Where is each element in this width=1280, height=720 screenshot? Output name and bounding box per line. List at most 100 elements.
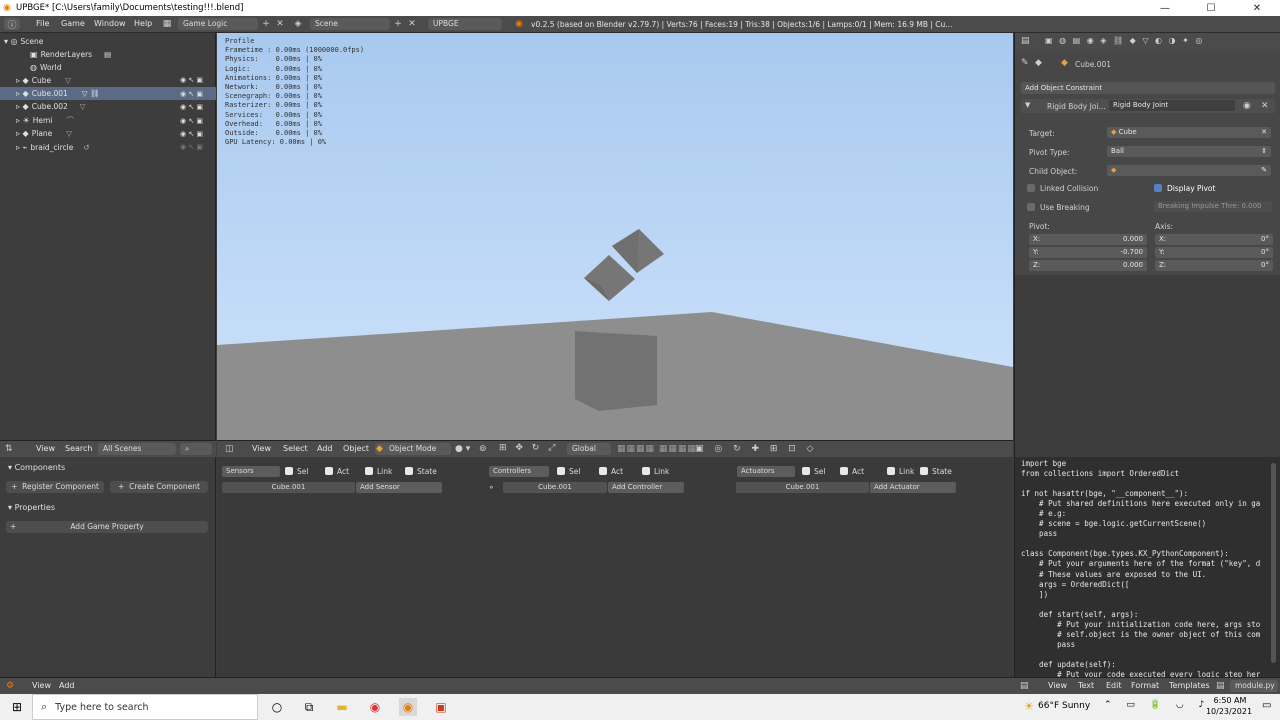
child-object-field[interactable]: ◆ ✎ [1107, 165, 1271, 176]
components-section[interactable]: ▾ Components [8, 463, 65, 472]
snap-icons[interactable]: ▣ ◎ ↻ ✚ ⊞ ⊡ ◇ [695, 444, 818, 454]
constraint-name-field[interactable]: Rigid Body Joint [1109, 100, 1235, 111]
code-area[interactable]: import bge from collections import Order… [1021, 459, 1260, 677]
scrollbar[interactable] [1271, 463, 1276, 663]
sensors-dropdown[interactable]: Sensors [222, 466, 280, 477]
collapse-arrow-icon[interactable]: ▼ [1025, 101, 1030, 109]
editor-type-icon[interactable]: ▤ [1020, 681, 1029, 691]
editor-type-icon[interactable]: ⓘ [4, 18, 20, 31]
maximize-button[interactable]: ☐ [1188, 0, 1234, 16]
menu-edit[interactable]: Edit [1106, 681, 1122, 690]
menu-text[interactable]: Text [1078, 681, 1094, 690]
register-component-button[interactable]: + Register Component [6, 481, 104, 493]
outliner-item-braid-circle[interactable]: ▹ ⌁ braid_circle ↺ [16, 141, 126, 154]
text-editor[interactable]: import bge from collections import Order… [1014, 457, 1280, 677]
menu-format[interactable]: Format [1131, 681, 1159, 690]
notifications-icon[interactable]: ▭ [1262, 700, 1271, 711]
menu-select[interactable]: Select [283, 444, 308, 453]
close-window-button[interactable]: ✕ [1234, 0, 1280, 16]
cortana-icon[interactable]: ○ [268, 698, 286, 716]
editor-type-icon[interactable]: ⚙ [6, 681, 14, 691]
add-sensor-select[interactable]: Add Sensor [356, 482, 442, 493]
minimize-button[interactable]: — [1142, 0, 1188, 16]
menu-object[interactable]: Object [343, 444, 369, 453]
add-game-property-button[interactable]: + Add Game Property [6, 521, 208, 533]
clock-date[interactable]: 10/23/2021 [1204, 707, 1254, 716]
axis-y-field[interactable]: Y: 0° [1155, 247, 1273, 258]
chrome-icon[interactable]: ◉ [366, 698, 384, 716]
add-actuator-select[interactable]: Add Actuator [870, 482, 956, 493]
outliner-item-renderlayers[interactable]: ▣ RenderLayers ▤ [30, 48, 180, 61]
outliner-item-plane[interactable]: ▹ ◆ Plane ▽ [16, 127, 116, 140]
manipulator-icons[interactable]: ⊞ ✥ ↻ ⤢ [499, 443, 558, 453]
screen-layout-icon[interactable]: ▦ [161, 18, 173, 30]
target-field[interactable]: ◆ Cube ✕ [1107, 127, 1271, 138]
menu-file[interactable]: File [36, 19, 49, 28]
state-toggle-icon[interactable]: ⚬ [488, 483, 495, 492]
menu-search[interactable]: Search [65, 444, 92, 453]
add-layout-icon[interactable]: + [260, 18, 272, 30]
tray-icons[interactable]: ⌃ ▭ 🔋 ◡ ♪ [1104, 700, 1210, 710]
eye-icon[interactable]: ◉ ↖ ▣ [180, 130, 203, 138]
context-tabs-icon[interactable]: ▣ ◍ ▤ ◉ ◈ ⛓ ◆ ▽ ◐ ◑ ✦ ◎ [1045, 36, 1215, 45]
controllers-act-checkbox[interactable] [599, 467, 607, 475]
actuators-act-checkbox[interactable] [840, 467, 848, 475]
pivot-type-select[interactable]: Ball ⇕ [1107, 146, 1271, 157]
menu-templates[interactable]: Templates [1169, 681, 1210, 690]
actuators-dropdown[interactable]: Actuators [737, 466, 795, 477]
outliner-item-hemi[interactable]: ▹ ☀ Hemi ⌒ [16, 114, 116, 127]
add-controller-select[interactable]: Add Controller [608, 482, 684, 493]
display-pivot-checkbox[interactable] [1154, 184, 1162, 192]
3d-viewport[interactable]: Profile Frametime : 0.00ms (1000000.0fps… [217, 33, 1013, 440]
menu-view[interactable]: View [36, 444, 55, 453]
task-view-icon[interactable]: ⧉ [300, 698, 318, 716]
breaking-threshold-field[interactable]: Breaking Impulse Thre: 0.000 [1154, 201, 1272, 212]
pin-icon[interactable]: ✎ [1021, 58, 1029, 68]
controllers-dropdown[interactable]: Controllers [489, 466, 549, 477]
outliner-item-scene[interactable]: ▾ ◎ Scene [4, 35, 204, 48]
scene-field[interactable]: Scene [310, 18, 390, 30]
close-icon[interactable]: ✕ [1261, 101, 1269, 111]
add-scene-icon[interactable]: + [392, 18, 404, 30]
layers-grid-icon[interactable]: ▦▦▦▦ ▦▦▦▦ [617, 444, 697, 454]
eye-icon[interactable]: ◉ ↖ ▣ [180, 117, 203, 125]
sensors-state-checkbox[interactable] [405, 467, 413, 475]
pivot-point-icon[interactable]: ⊚ [479, 444, 487, 454]
add-constraint-button[interactable]: Add Object Constraint [1021, 82, 1275, 94]
menu-add[interactable]: Add [59, 681, 75, 690]
menu-view[interactable]: View [1048, 681, 1067, 690]
eye-icon[interactable]: ◉ ↖ ▣ [180, 143, 203, 151]
display-filter-select[interactable]: All Scenes [98, 443, 176, 455]
scene-selector-icon[interactable]: ◈ [292, 18, 304, 30]
pivot-z-field[interactable]: Z: 0.000 [1029, 260, 1147, 271]
outliner-item-world[interactable]: ◍ World [30, 61, 180, 74]
editor-type-icon[interactable]: ◫ [225, 444, 234, 454]
render-engine-field[interactable]: UPBGE [428, 18, 502, 30]
remove-layout-icon[interactable]: ✕ [274, 18, 286, 30]
eye-icon[interactable]: ◉ ↖ ▣ [180, 90, 203, 98]
taskbar-search[interactable]: ⌕ Type here to search [32, 694, 258, 720]
eye-icon[interactable]: ◉ ↖ ▣ [180, 103, 203, 111]
editor-type-icon[interactable]: ⇅ [5, 444, 13, 454]
remove-scene-icon[interactable]: ✕ [406, 18, 418, 30]
windows-start-icon[interactable]: ⊞ [8, 698, 26, 716]
linked-collision-checkbox[interactable] [1027, 184, 1035, 192]
outliner-item-cube002[interactable]: ▹ ◆ Cube.002 ▽ [16, 100, 116, 113]
text-file-field[interactable]: module.py [1230, 680, 1278, 692]
outliner-item-cube[interactable]: ▹ ◆ Cube ▽ [16, 74, 86, 87]
eye-icon[interactable]: ◉ ↖ ▣ [180, 76, 203, 84]
powerpoint-icon[interactable]: ▣ [432, 698, 450, 716]
menu-help[interactable]: Help [134, 19, 152, 28]
clear-icon[interactable]: ✕ [1261, 127, 1267, 138]
axis-x-field[interactable]: X: 0° [1155, 234, 1273, 245]
shading-icon[interactable]: ● ▾ [455, 444, 470, 454]
menu-window[interactable]: Window [94, 19, 126, 28]
controllers-link-checkbox[interactable] [642, 467, 650, 475]
actuators-link-checkbox[interactable] [887, 467, 895, 475]
actuators-state-checkbox[interactable] [920, 467, 928, 475]
weather-text[interactable]: 66°F Sunny [1038, 701, 1090, 711]
use-breaking-checkbox[interactable] [1027, 203, 1035, 211]
upbge-taskbar-icon[interactable]: ◉ [399, 698, 417, 716]
eye-icon[interactable]: ◉ [1243, 101, 1251, 111]
sensors-sel-checkbox[interactable] [285, 467, 293, 475]
